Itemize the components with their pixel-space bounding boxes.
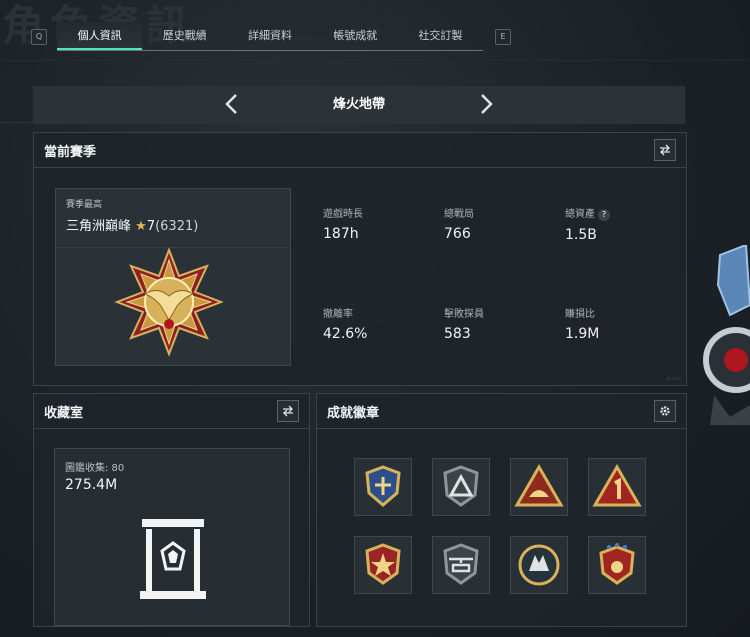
rank-medal-icon (114, 247, 224, 357)
laurel-shield-badge-icon (599, 543, 635, 585)
stat-value: 187h (323, 226, 359, 242)
achievement-badge[interactable] (588, 458, 646, 516)
chevron-right-icon[interactable] (473, 92, 497, 116)
gear-icon (660, 406, 670, 416)
stat-value: 583 (444, 326, 471, 342)
collection-panel: 收藏室 圖鑑收集: 80 275.4M (33, 393, 310, 627)
triangle-shield-badge-icon (443, 465, 479, 507)
stat-total-matches: 總戰局 766 (444, 205, 544, 242)
achievement-badge[interactable] (432, 536, 490, 594)
star-shield-badge-icon (365, 543, 401, 585)
panel-header: 當前賽季 (34, 133, 686, 168)
operator-character-model (703, 245, 750, 425)
panel-header: 成就徽章 (317, 394, 686, 429)
achievement-badge[interactable] (354, 536, 412, 594)
current-season-panel: 當前賽季 賽季最高 三角洲巔峰 ★7(6321) 遊戲時長 187h 總戰局 7… (33, 132, 687, 386)
season-best-label: 賽季最高 (66, 200, 103, 210)
achievement-badge[interactable] (510, 458, 568, 516)
settings-button[interactable] (654, 400, 676, 422)
achievement-badge[interactable] (354, 458, 412, 516)
rank-display: 三角洲巔峰 ★7(6321) (66, 215, 198, 234)
panel-title: 成就徽章 (327, 406, 380, 421)
achievement-badge[interactable] (588, 536, 646, 594)
achievement-badge[interactable] (432, 458, 490, 516)
swap-arrows-icon (660, 144, 670, 156)
help-icon[interactable]: ? (598, 209, 610, 221)
rank-level: 7 (146, 219, 156, 234)
swap-button[interactable] (277, 400, 299, 422)
collection-value: 275.4M (65, 477, 118, 493)
stat-value: 766 (444, 226, 471, 242)
triangle-emblem-badge-icon (514, 464, 564, 507)
stat-label: 總資產 (565, 209, 595, 220)
rank-one-badge-icon (592, 464, 642, 507)
wolf-emblem-badge-icon (518, 544, 560, 586)
stat-label: 撤離率 (323, 309, 353, 320)
tab-personal-info[interactable]: 個人資訊 (57, 22, 143, 50)
rank-name: 三角洲巔峰 (66, 219, 132, 234)
display-case-icon (140, 519, 206, 599)
panel-header: 收藏室 (34, 394, 309, 429)
helicopter-badge-icon (443, 543, 479, 585)
swap-arrows-icon (283, 405, 293, 417)
stat-value: 1.9M (565, 326, 600, 342)
stat-value: 42.6% (323, 326, 368, 342)
tab-next-key[interactable]: E (495, 29, 511, 45)
tab-prev-key[interactable]: Q (31, 29, 47, 45)
bg-gridline (0, 60, 750, 61)
rank-score: (6321) (155, 219, 199, 234)
stat-extraction-rate: 撤離率 42.6% (323, 305, 423, 342)
stat-agents-defeated: 擊敗探員 583 (444, 305, 544, 342)
collection-card[interactable]: 圖鑑收集: 80 275.4M (54, 448, 290, 626)
stat-total-assets: 總資產? 1.5B (565, 205, 665, 243)
stat-label: 遊戲時長 (323, 209, 363, 220)
tab-bar: 個人資訊 歷史戰績 詳細資料 帳號成就 社交訂製 (57, 22, 483, 51)
shield-wings-badge-icon (365, 465, 401, 507)
achievements-panel: 成就徽章 (316, 393, 687, 627)
stat-label: 總戰局 (444, 209, 474, 220)
swap-button[interactable] (654, 139, 676, 161)
tab-history[interactable]: 歷史戰績 (142, 22, 227, 50)
map-selector: 烽火地帶 (33, 86, 685, 124)
tab-details[interactable]: 詳細資料 (227, 22, 312, 50)
collection-count-label: 圖鑑收集: 80 (65, 463, 125, 474)
star-icon: ★ (135, 219, 147, 234)
panel-corner-mark: ▫▫▫ (666, 375, 682, 382)
panel-title: 當前賽季 (44, 145, 97, 160)
stat-label: 賺損比 (565, 309, 595, 320)
stat-label: 擊敗探員 (444, 309, 484, 320)
stat-playtime: 遊戲時長 187h (323, 205, 423, 242)
stat-value: 1.5B (565, 227, 597, 243)
stat-profit-loss: 賺損比 1.9M (565, 305, 665, 342)
map-name: 烽火地帶 (332, 97, 385, 112)
season-best-card[interactable]: 賽季最高 三角洲巔峰 ★7(6321) (55, 188, 291, 366)
panel-title: 收藏室 (44, 406, 84, 421)
tab-social[interactable]: 社交訂製 (398, 22, 483, 50)
tab-achievements[interactable]: 帳號成就 (313, 22, 398, 50)
achievement-badge[interactable] (510, 536, 568, 594)
